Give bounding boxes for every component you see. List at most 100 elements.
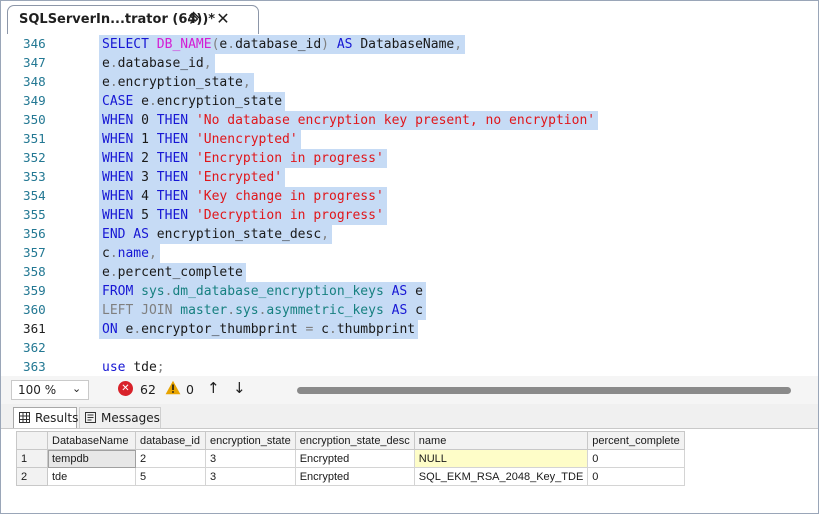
column-header-percent-complete[interactable]: percent_complete bbox=[587, 431, 685, 450]
error-count[interactable]: 62 bbox=[140, 382, 156, 397]
line-number: 362 bbox=[23, 340, 46, 355]
code-text[interactable]: CASE e.encryption_state bbox=[99, 92, 286, 111]
horizontal-scrollbar[interactable] bbox=[297, 387, 791, 394]
code-line[interactable]: 352 WHEN 2 THEN 'Encryption in progress' bbox=[1, 149, 818, 168]
code-text[interactable]: WHEN 5 THEN 'Decryption in progress' bbox=[99, 206, 387, 225]
table-row[interactable]: 1 tempdb 2 3 Encrypted NULL 0 bbox=[16, 449, 685, 468]
tab-messages[interactable]: Messages bbox=[79, 407, 161, 428]
code-line[interactable]: 351 WHEN 1 THEN 'Unencrypted' bbox=[1, 130, 818, 149]
code-line[interactable]: 349 CASE e.encryption_state bbox=[1, 92, 818, 111]
code-line[interactable]: 358 e.percent_complete bbox=[1, 263, 818, 282]
warning-icon[interactable] bbox=[165, 380, 181, 395]
code-line[interactable]: 359 FROM sys.dm_database_encryption_keys … bbox=[1, 282, 818, 301]
code-token: AS bbox=[383, 284, 416, 299]
query-tab[interactable]: SQLServerIn...trator (64))* ✕ bbox=[7, 5, 259, 34]
code-text[interactable]: WHEN 2 THEN 'Encryption in progress' bbox=[99, 149, 387, 168]
table-row[interactable]: 2 tde 5 3 Encrypted SQL_EKM_RSA_2048_Key… bbox=[16, 467, 685, 486]
arrow-up-icon[interactable]: ↑ bbox=[207, 379, 220, 397]
code-text[interactable]: WHEN 0 THEN 'No database encryption key … bbox=[99, 111, 599, 130]
code-token: encryption_state_desc bbox=[156, 227, 322, 242]
grid-cell[interactable]: 3 bbox=[205, 449, 296, 468]
code-line[interactable]: 347 e.database_id, bbox=[1, 54, 818, 73]
code-token: WHEN bbox=[102, 151, 142, 166]
grid-cell[interactable]: NULL bbox=[413, 449, 589, 468]
ssms-query-window: SQLServerIn...trator (64))* ✕ 346 SELECT … bbox=[0, 0, 819, 514]
column-header-databasename[interactable]: DatabaseName bbox=[47, 431, 136, 450]
code-line[interactable]: 346 SELECT DB_NAME(e.database_id) AS Data… bbox=[1, 35, 818, 54]
grid-cell[interactable]: 2 bbox=[135, 449, 206, 468]
code-token: 5 bbox=[141, 208, 149, 223]
grid-cell[interactable]: 0 bbox=[587, 467, 685, 486]
row-number[interactable]: 1 bbox=[16, 449, 48, 468]
code-token: SELECT bbox=[102, 37, 157, 52]
code-token: 'Unencrypted' bbox=[195, 132, 298, 147]
code-token: END AS bbox=[102, 227, 157, 242]
code-text[interactable]: FROM sys.dm_database_encryption_keys AS … bbox=[99, 282, 426, 301]
code-line[interactable]: 361 ON e.encryptor_thumbprint = c.thumbpr… bbox=[1, 320, 818, 339]
code-text[interactable]: c.name, bbox=[99, 244, 160, 263]
code-text[interactable]: use tde; bbox=[99, 358, 168, 376]
grid-cell[interactable]: 5 bbox=[135, 467, 206, 486]
grid-cell[interactable]: 0 bbox=[587, 449, 685, 468]
code-text[interactable]: WHEN 4 THEN 'Key change in progress' bbox=[99, 187, 387, 206]
code-line[interactable]: 353 WHEN 3 THEN 'Encrypted' bbox=[1, 168, 818, 187]
results-tab-strip: Results Messages bbox=[1, 404, 818, 428]
pin-icon[interactable] bbox=[188, 10, 204, 28]
code-text[interactable]: END AS encryption_state_desc, bbox=[99, 225, 332, 244]
code-token: 'Encryption in progress' bbox=[195, 151, 384, 166]
code-line[interactable]: 356 END AS encryption_state_desc, bbox=[1, 225, 818, 244]
code-line[interactable]: 348 e.encryption_state, bbox=[1, 73, 818, 92]
line-number: 358 bbox=[23, 264, 46, 279]
column-header-database-id[interactable]: database_id bbox=[135, 431, 206, 450]
grid-cell[interactable]: 3 bbox=[205, 467, 296, 486]
grid-icon bbox=[19, 412, 30, 423]
code-token: encryption_state bbox=[156, 94, 283, 109]
code-token: . bbox=[329, 322, 337, 337]
grid-cell[interactable]: tempdb bbox=[47, 449, 136, 468]
code-line[interactable]: 362 bbox=[1, 339, 818, 358]
code-line[interactable]: 350 WHEN 0 THEN 'No database encryption k… bbox=[1, 111, 818, 130]
code-token: 1 bbox=[141, 132, 149, 147]
warning-count[interactable]: 0 bbox=[186, 382, 194, 397]
row-number[interactable]: 2 bbox=[16, 467, 48, 486]
grid-cell[interactable]: Encrypted bbox=[294, 449, 415, 468]
code-token: use bbox=[102, 360, 134, 375]
grid-cell[interactable]: Encrypted bbox=[294, 467, 415, 486]
line-number: 359 bbox=[23, 283, 46, 298]
code-text[interactable]: WHEN 1 THEN 'Unencrypted' bbox=[99, 130, 301, 149]
code-line[interactable]: 354 WHEN 4 THEN 'Key change in progress' bbox=[1, 187, 818, 206]
code-text[interactable]: ON e.encryptor_thumbprint = c.thumbprint bbox=[99, 320, 419, 339]
code-token: 'Key change in progress' bbox=[195, 189, 384, 204]
code-line[interactable]: 360 LEFT JOIN master.sys.asymmetric_keys … bbox=[1, 301, 818, 320]
row-number-header[interactable] bbox=[16, 431, 48, 450]
code-text[interactable]: e.percent_complete bbox=[99, 263, 246, 282]
code-token: THEN bbox=[148, 208, 196, 223]
tab-results[interactable]: Results bbox=[13, 407, 78, 428]
code-token: c bbox=[102, 246, 110, 261]
query-editor[interactable]: 346 SELECT DB_NAME(e.database_id) AS Data… bbox=[1, 34, 818, 376]
code-text[interactable]: SELECT DB_NAME(e.database_id) AS Databas… bbox=[99, 35, 466, 54]
column-header-encryption-state[interactable]: encryption_state bbox=[205, 431, 296, 450]
grid-cell[interactable]: SQL_EKM_RSA_2048_Key_TDE bbox=[413, 467, 589, 486]
line-number: 352 bbox=[23, 150, 46, 165]
code-text[interactable]: e.database_id, bbox=[99, 54, 215, 73]
code-text[interactable]: WHEN 3 THEN 'Encrypted' bbox=[99, 168, 286, 187]
results-grid[interactable]: DatabaseName database_id encryption_stat… bbox=[16, 431, 685, 486]
code-line[interactable]: 363 use tde; bbox=[1, 358, 818, 376]
column-header-encryption-state-desc[interactable]: encryption_state_desc bbox=[294, 431, 415, 450]
zoom-dropdown[interactable]: 100 % ⌄ bbox=[11, 380, 89, 400]
grid-cell[interactable]: tde bbox=[47, 467, 136, 486]
code-text[interactable]: e.encryption_state, bbox=[99, 73, 254, 92]
code-token: CASE bbox=[102, 94, 142, 109]
code-token: WHEN bbox=[102, 208, 142, 223]
code-token: WHEN bbox=[102, 170, 142, 185]
code-token: master bbox=[180, 303, 228, 318]
error-icon[interactable]: ✕ bbox=[118, 381, 133, 396]
code-line[interactable]: 357 c.name, bbox=[1, 244, 818, 263]
code-line[interactable]: 355 WHEN 5 THEN 'Decryption in progress' bbox=[1, 206, 818, 225]
arrow-down-icon[interactable]: ↓ bbox=[233, 379, 246, 397]
close-icon[interactable]: ✕ bbox=[214, 9, 232, 29]
code-text[interactable]: LEFT JOIN master.sys.asymmetric_keys AS … bbox=[99, 301, 426, 320]
column-header-name[interactable]: name bbox=[413, 431, 589, 450]
code-token: . bbox=[109, 56, 118, 71]
